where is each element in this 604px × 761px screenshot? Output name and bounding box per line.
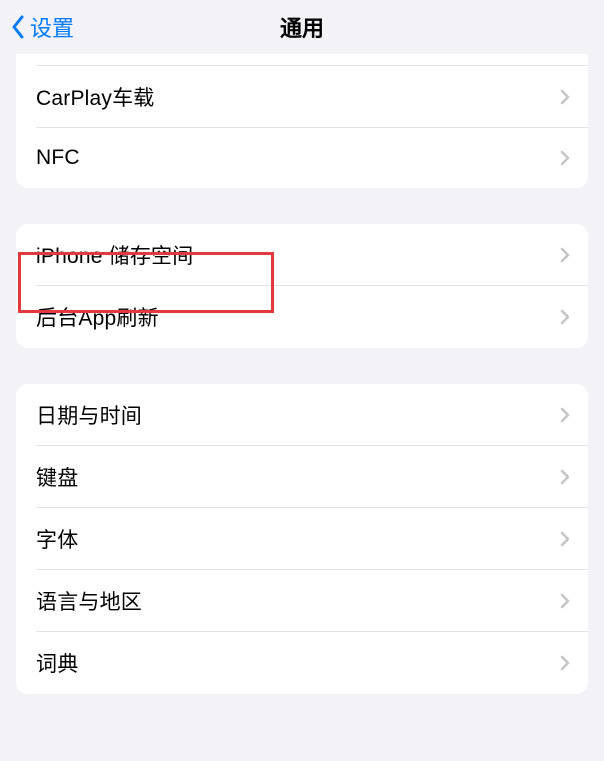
back-button[interactable]: 设置 — [10, 11, 74, 43]
settings-row-partial[interactable] — [16, 54, 588, 66]
chevron-right-icon — [560, 593, 570, 609]
settings-row-nfc[interactable]: NFC — [16, 128, 588, 188]
chevron-right-icon — [560, 531, 570, 547]
settings-row-keyboard[interactable]: 键盘 — [16, 446, 588, 508]
settings-row-background-refresh[interactable]: 后台App刷新 — [16, 286, 588, 348]
content: CarPlay车载 NFC iPhone 储存空间 后台App刷新 日期与时间 … — [0, 54, 604, 694]
nav-bar: 设置 通用 — [0, 0, 604, 54]
row-label: 键盘 — [36, 462, 78, 492]
settings-row-fonts[interactable]: 字体 — [16, 508, 588, 570]
row-label: 语言与地区 — [36, 586, 142, 616]
chevron-right-icon — [560, 469, 570, 485]
back-label: 设置 — [30, 11, 74, 43]
chevron-right-icon — [560, 89, 570, 105]
settings-row-carplay[interactable]: CarPlay车载 — [16, 66, 588, 128]
page-title: 通用 — [280, 11, 324, 43]
settings-group: CarPlay车载 NFC — [16, 54, 588, 188]
row-label: 日期与时间 — [36, 400, 142, 430]
row-label: 词典 — [36, 648, 78, 678]
settings-row-storage[interactable]: iPhone 储存空间 — [16, 224, 588, 286]
row-label: iPhone 储存空间 — [36, 240, 193, 270]
settings-row-language-region[interactable]: 语言与地区 — [16, 570, 588, 632]
chevron-right-icon — [560, 150, 570, 166]
chevron-left-icon — [10, 14, 26, 40]
row-label: 字体 — [36, 524, 78, 554]
settings-row-dictionary[interactable]: 词典 — [16, 632, 588, 694]
chevron-right-icon — [560, 407, 570, 423]
row-label: NFC — [36, 146, 80, 170]
row-label: CarPlay车载 — [36, 82, 155, 112]
chevron-right-icon — [560, 309, 570, 325]
chevron-right-icon — [560, 655, 570, 671]
settings-row-date-time[interactable]: 日期与时间 — [16, 384, 588, 446]
settings-group: 日期与时间 键盘 字体 语言与地区 词典 — [16, 384, 588, 694]
row-label: 后台App刷新 — [36, 302, 159, 332]
settings-group: iPhone 储存空间 后台App刷新 — [16, 224, 588, 348]
chevron-right-icon — [560, 247, 570, 263]
